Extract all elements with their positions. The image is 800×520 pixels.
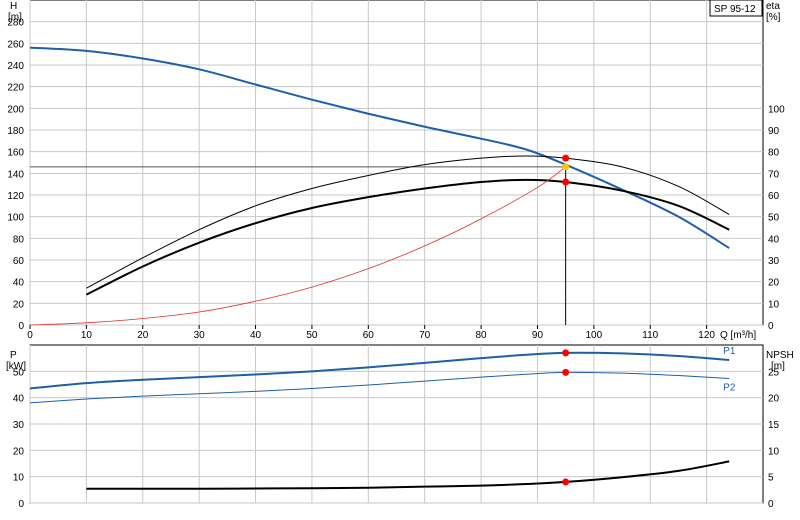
- left-tick-label: 0: [18, 321, 24, 332]
- right-tick-label: 70: [768, 169, 780, 180]
- left-tick-label: 260: [7, 39, 24, 50]
- right-tick-label: 30: [768, 256, 780, 267]
- left-tick-label: 220: [7, 83, 24, 94]
- right-axis-unit-percent: [%]: [766, 12, 781, 23]
- x-tick-label: 70: [419, 330, 431, 341]
- right-tick-label: 10: [768, 299, 780, 310]
- x-tick-label: 30: [194, 330, 206, 341]
- operating-point-marker: [562, 349, 570, 357]
- bottom-series: [29, 351, 730, 490]
- top-x-tick-labels: 0 10 20 30 40 50 60 70 80 90 100 110 120: [27, 325, 715, 341]
- series-eta_thin: [86, 155, 730, 289]
- duty-point-marker: [562, 163, 570, 171]
- bottom-right-tick-label: 15: [768, 420, 780, 431]
- top-series: [29, 46, 730, 326]
- x-tick-label: 0: [27, 330, 33, 341]
- bottom-right-tick-labels: 0510152025: [768, 367, 780, 510]
- top-plot-frame: [29, 0, 764, 326]
- x-tick-label: 50: [306, 330, 318, 341]
- top-grid: [29, 0, 763, 326]
- x-axis-label-q: Q [m³/h]: [720, 330, 756, 341]
- right-tick-label: 20: [768, 278, 780, 289]
- series-head: [29, 46, 730, 249]
- x-tick-label: 100: [586, 330, 603, 341]
- x-tick-label: 40: [250, 330, 262, 341]
- bottom-right-tick-label: 10: [768, 446, 780, 457]
- x-tick-label: 10: [81, 330, 93, 341]
- pump-curve-chart: 020406080100120140160180200220240260280 …: [6, 0, 794, 510]
- bottom-panel: 01020304050 0510152025 P [kW] NPSH [m] P…: [6, 344, 794, 510]
- top-right-tick-labels: 0 10 20 30 40 50 60 70 80 90 100: [768, 104, 785, 332]
- left-tick-label: 80: [13, 234, 25, 245]
- x-tick-label: 110: [642, 330, 658, 341]
- left-tick-label: 240: [7, 61, 24, 72]
- bottom-markers: [562, 349, 570, 486]
- left-tick-label: 200: [7, 104, 24, 115]
- left-tick-label: 20: [13, 299, 25, 310]
- x-tick-label: 90: [532, 330, 544, 341]
- right-tick-label: 90: [768, 126, 780, 137]
- bottom-right-tick-label: 5: [768, 473, 774, 484]
- x-tick-label: 60: [363, 330, 375, 341]
- left-tick-label: 60: [13, 256, 25, 267]
- operating-point-marker: [562, 178, 570, 186]
- bottom-left-tick-label: 0: [18, 499, 24, 510]
- x-tick-label: 120: [698, 330, 715, 341]
- right-tick-label: 50: [768, 213, 780, 224]
- right-tick-label: 80: [768, 148, 780, 159]
- bottom-grid: [29, 345, 763, 504]
- series-P1: [29, 351, 730, 390]
- series-label-p2: P2: [723, 382, 736, 393]
- right-axis-label-eta: eta: [766, 1, 780, 12]
- series-label-p1: P1: [723, 346, 736, 357]
- bottom-right-tick-label: 0: [768, 499, 774, 510]
- operating-point-marker: [562, 478, 570, 486]
- right-axis-unit-m: [m]: [771, 361, 785, 372]
- bottom-left-tick-label: 10: [13, 473, 25, 484]
- left-tick-label: 120: [7, 191, 24, 202]
- bottom-right-tick-label: 20: [768, 394, 780, 405]
- operating-point-marker: [562, 368, 570, 376]
- left-tick-label: 180: [7, 126, 24, 137]
- bottom-left-tick-label: 20: [13, 446, 25, 457]
- operating-point-marker: [562, 154, 570, 162]
- x-tick-label: 80: [476, 330, 488, 341]
- bottom-left-tick-label: 30: [13, 420, 25, 431]
- series-system: [29, 166, 566, 326]
- top-panel: 020406080100120140160180200220240260280 …: [7, 0, 785, 341]
- y-axis-unit-m: [m]: [8, 12, 22, 23]
- right-axis-label-npsh: NPSH: [766, 350, 794, 361]
- right-tick-label: 0: [768, 321, 774, 332]
- y-axis-label-h: H: [10, 1, 17, 12]
- top-markers: [562, 154, 570, 186]
- left-tick-label: 100: [7, 213, 24, 224]
- model-label: SP 95-12: [714, 4, 756, 15]
- right-tick-label: 60: [768, 191, 780, 202]
- right-tick-label: 40: [768, 234, 780, 245]
- x-tick-label: 20: [137, 330, 149, 341]
- bottom-left-tick-label: 40: [13, 394, 25, 405]
- series-npsh: [86, 460, 730, 490]
- left-tick-label: 140: [7, 169, 24, 180]
- left-tick-label: 160: [7, 148, 24, 159]
- top-left-tick-labels: 020406080100120140160180200220240260280: [7, 18, 24, 332]
- bottom-left-tick-labels: 01020304050: [13, 367, 25, 510]
- y-axis-label-p: P: [10, 350, 17, 361]
- y-axis-unit-kw: [kW]: [6, 361, 26, 372]
- right-tick-label: 100: [768, 104, 785, 115]
- series-P2: [29, 371, 730, 404]
- left-tick-label: 40: [13, 278, 25, 289]
